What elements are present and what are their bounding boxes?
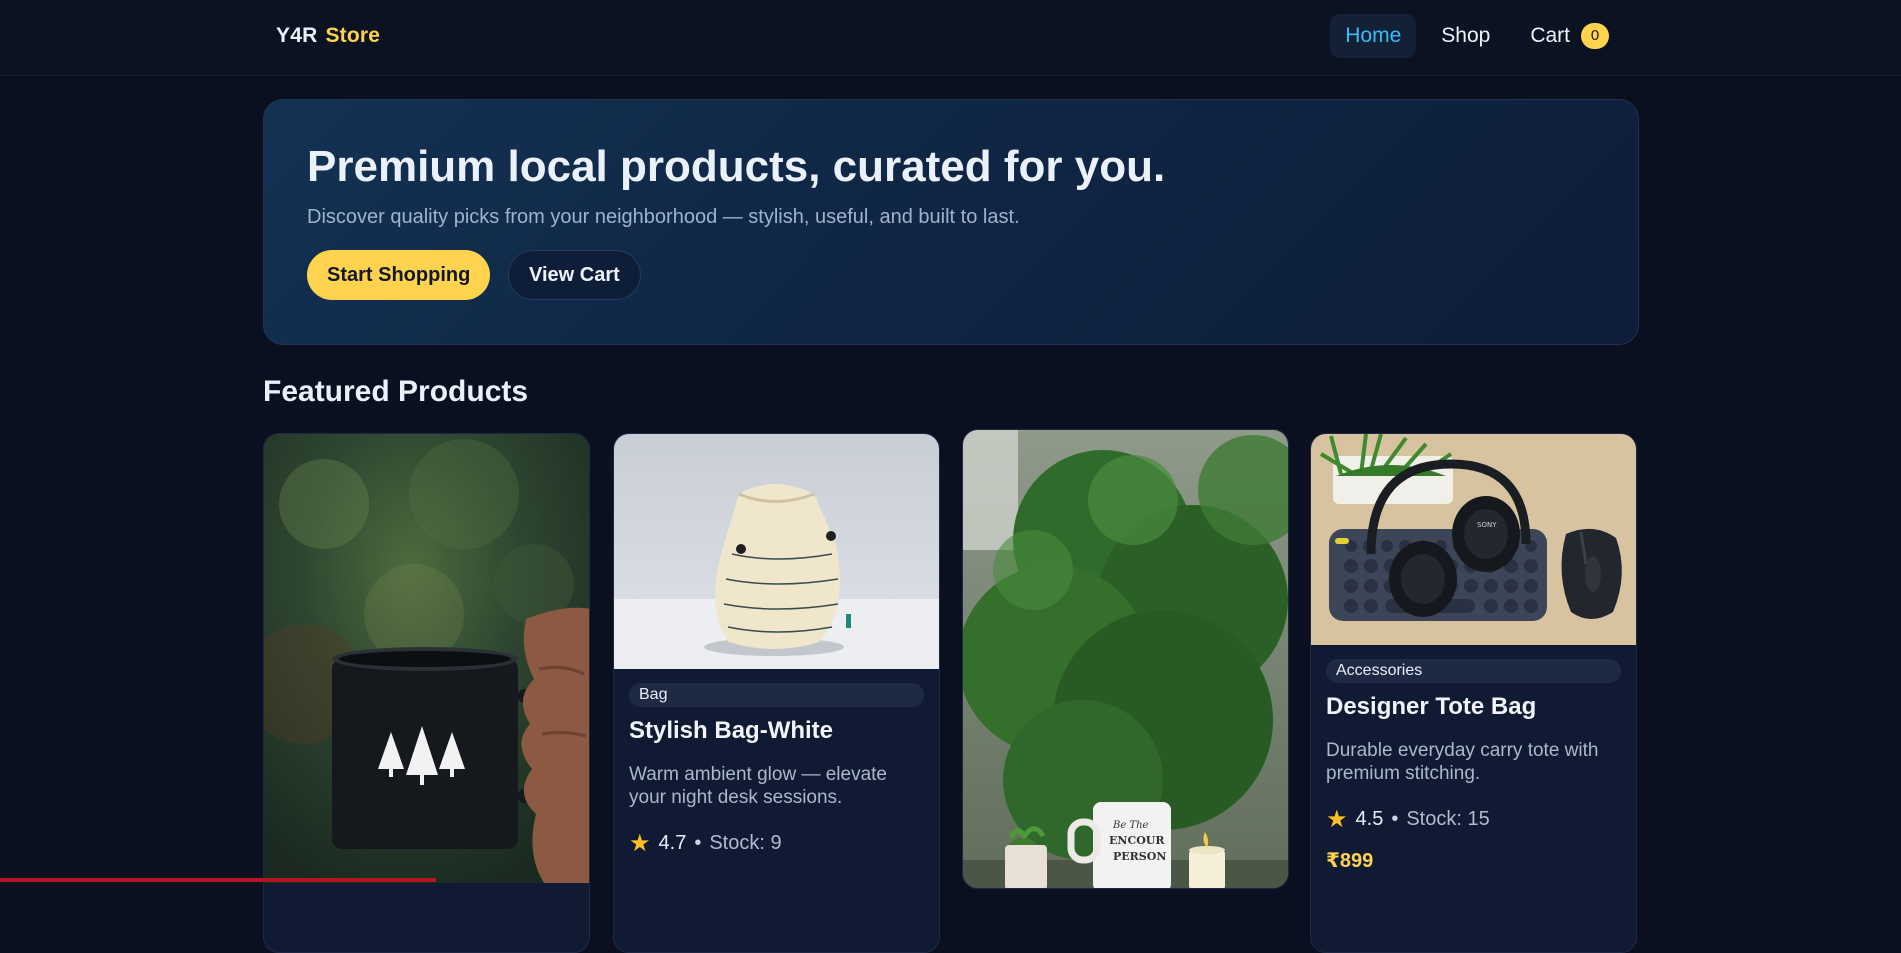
product-description: Warm ambient glow — elevate your night d… (629, 764, 888, 808)
tree-photo: Be The ENCOUR PERSON (963, 430, 1288, 888)
product-card[interactable] (263, 433, 590, 953)
product-stock: Stock: 15 (1406, 808, 1490, 830)
product-card-body: Bag Stylish Bag-White Warm ambient glow … (614, 669, 939, 872)
product-name[interactable]: Designer Tote Bag (1326, 693, 1621, 721)
product-image-mug[interactable] (264, 434, 589, 883)
meta-separator: • (694, 832, 702, 854)
featured-section-title: Featured Products (263, 375, 529, 408)
star-icon: ★ (629, 830, 651, 857)
hero-title: Premium local products, curated for you. (307, 142, 1166, 191)
product-card-body: Accessories Designer Tote Bag Durable ev… (1311, 645, 1636, 887)
nav-cart-label: Cart (1530, 24, 1570, 47)
product-description: Durable everyday carry tote with premium… (1326, 740, 1599, 784)
nav-shop-label: Shop (1441, 24, 1491, 47)
product-rating: 4.5 (1355, 808, 1384, 830)
star-icon: ★ (1326, 806, 1348, 833)
product-card[interactable]: SONY Accessories Designer Tote Bag Durab… (1310, 433, 1637, 953)
product-image-accessories[interactable]: SONY (1311, 434, 1636, 645)
product-name[interactable]: Stylish Bag-White (629, 717, 924, 745)
nav-shop[interactable]: Shop (1426, 14, 1505, 58)
svg-text:PERSON: PERSON (1113, 850, 1166, 863)
view-cart-button[interactable]: View Cart (508, 250, 641, 300)
category-badge: Accessories (1326, 659, 1621, 683)
svg-text:SONY: SONY (1477, 521, 1497, 529)
main-nav: Home Shop Cart 0 (1320, 14, 1624, 58)
brand-logo[interactable]: Y4R Store (276, 24, 380, 48)
product-image-bag[interactable] (614, 434, 939, 669)
brand-name-part1: Y4R (276, 24, 318, 47)
page-load-progress-bar (0, 878, 436, 882)
accessories-photo: SONY (1311, 434, 1636, 645)
start-shopping-button[interactable]: Start Shopping (307, 250, 491, 300)
top-header: Y4R Store Home Shop Cart 0 (0, 0, 1901, 76)
product-meta: ★ 4.7 • Stock: 9 (629, 829, 924, 858)
nav-cart[interactable]: Cart 0 (1515, 14, 1624, 58)
category-badge: Bag (629, 683, 924, 707)
nav-home[interactable]: Home (1330, 14, 1417, 58)
product-card[interactable]: Bag Stylish Bag-White Warm ambient glow … (613, 433, 940, 953)
hero-banner: Premium local products, curated for you.… (263, 99, 1639, 345)
svg-text:ENCOUR: ENCOUR (1109, 834, 1165, 847)
hero-subtitle: Discover quality picks from your neighbo… (307, 206, 1020, 228)
product-card[interactable]: Be The ENCOUR PERSON (962, 429, 1289, 889)
product-rating: 4.7 (658, 832, 687, 854)
product-price: ₹899 (1326, 850, 1374, 872)
mug-photo (264, 434, 589, 883)
bag-photo (614, 434, 939, 669)
product-stock: Stock: 9 (709, 832, 782, 854)
meta-separator: • (1391, 808, 1399, 830)
svg-text:Be The: Be The (1112, 820, 1149, 831)
product-image-tree[interactable]: Be The ENCOUR PERSON (963, 430, 1288, 888)
nav-home-label: Home (1345, 24, 1402, 47)
product-meta: ★ 4.5 • Stock: 15 (1326, 805, 1621, 834)
brand-name-part2: Store (325, 24, 381, 47)
cart-count-badge: 0 (1581, 23, 1609, 49)
